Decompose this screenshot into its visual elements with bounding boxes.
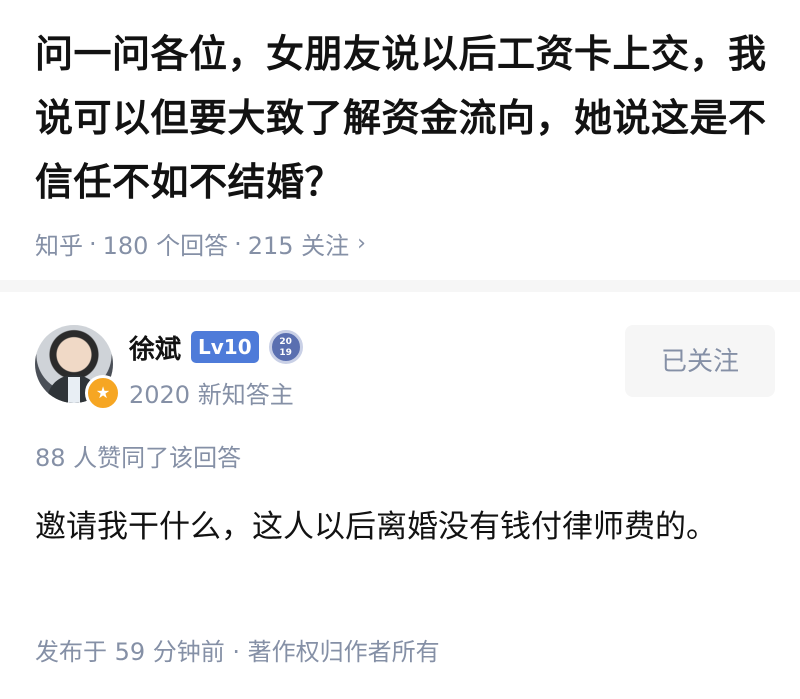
author-info: 徐斌 Lv10 20 19 2020 新知答主 [129, 327, 303, 410]
author-card: ★ 徐斌 Lv10 20 19 2020 新知答主 已关注 [35, 325, 775, 415]
follower-count: 215 关注 [247, 232, 350, 260]
author-subtitle: 2020 新知答主 [129, 381, 294, 409]
chevron-right-icon: › [357, 231, 366, 256]
avatar[interactable]: ★ [35, 325, 121, 411]
medal-icon[interactable]: 20 19 [268, 330, 303, 364]
author-name-row: 徐斌 Lv10 20 19 [129, 327, 303, 367]
avatar-shirt [68, 377, 80, 403]
vote-count: 88 人赞同了该回答 [35, 444, 242, 472]
section-divider [0, 280, 800, 292]
answer-footer: 发布于 59 分钟前 · 著作权归作者所有 [35, 638, 440, 666]
answer-count: 180 个回答 [102, 232, 229, 260]
question-header: 问一问各位，女朋友说以后工资卡上交，我说可以但要大致了解资金流向，她说这是不信任… [35, 22, 775, 261]
question-meta[interactable]: 知乎 · 180 个回答 · 215 关注 › [35, 226, 775, 261]
meta-separator: · [234, 229, 242, 258]
medal-text-top: 20 [279, 337, 292, 347]
follow-button[interactable]: 已关注 [625, 325, 775, 397]
source-label: 知乎 [35, 232, 83, 260]
answer-body: 邀请我干什么，这人以后离婚没有钱付律师费的。 [35, 509, 717, 545]
meta-separator: · [89, 229, 97, 258]
answer-page: 问一问各位，女朋友说以后工资卡上交，我说可以但要大致了解资金流向，她说这是不信任… [0, 0, 800, 699]
author-name[interactable]: 徐斌 [129, 329, 181, 366]
medal-text-bottom: 19 [279, 348, 292, 358]
level-badge[interactable]: Lv10 [191, 331, 259, 363]
star-icon: ★ [85, 375, 121, 411]
question-title[interactable]: 问一问各位，女朋友说以后工资卡上交，我说可以但要大致了解资金流向，她说这是不信任… [35, 22, 775, 214]
